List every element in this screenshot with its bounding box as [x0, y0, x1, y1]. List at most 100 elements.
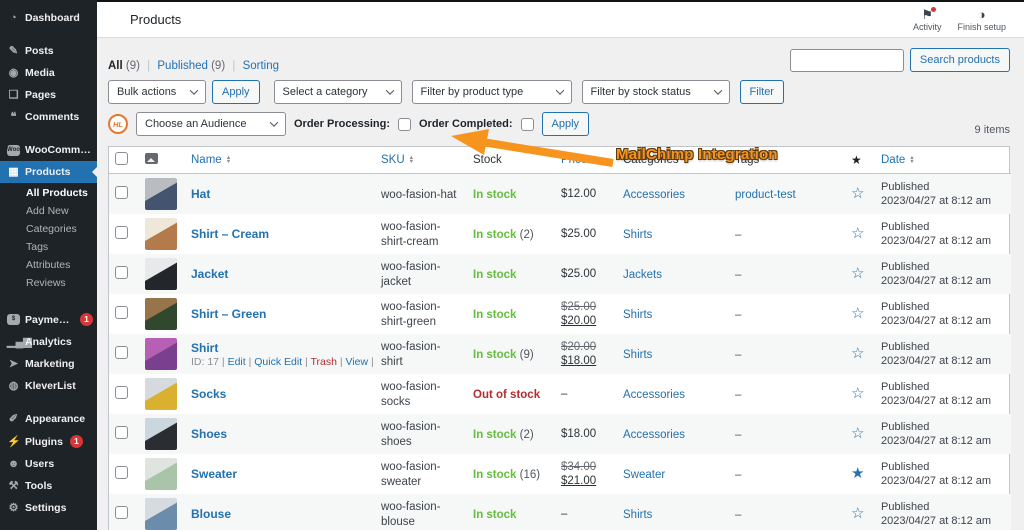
row-checkbox[interactable]: [115, 506, 128, 519]
category-link[interactable]: Shirts: [623, 509, 652, 521]
stock-status-select[interactable]: Filter by stock status: [581, 80, 730, 104]
search-input[interactable]: [789, 48, 904, 72]
sidebar-subitem-add-new[interactable]: Add New: [0, 202, 97, 220]
category-link[interactable]: Accessories: [623, 189, 685, 201]
featured-star-toggle[interactable]: ★: [851, 465, 864, 482]
row-action-view[interactable]: View: [345, 356, 368, 368]
row-checkbox[interactable]: [115, 306, 128, 319]
view-all[interactable]: All: [108, 60, 123, 72]
product-type-select[interactable]: Filter by product type: [411, 80, 572, 104]
product-thumbnail[interactable]: [145, 338, 177, 370]
category-link[interactable]: Sweater: [623, 469, 665, 481]
finish-setup-button[interactable]: ◑ Finish setup: [957, 8, 1006, 32]
row-action-quick-edit[interactable]: Quick Edit: [254, 356, 302, 368]
sidebar-item-marketing[interactable]: ➤ Marketing: [0, 353, 97, 375]
row-checkbox[interactable]: [115, 466, 128, 479]
product-name-link[interactable]: Blouse: [191, 507, 231, 521]
sidebar-item-payments[interactable]: $ Payments 1: [0, 308, 97, 331]
featured-star-toggle[interactable]: ☆: [851, 425, 864, 442]
category-link[interactable]: Shirts: [623, 309, 652, 321]
featured-star-toggle[interactable]: ☆: [851, 225, 864, 242]
product-thumbnail[interactable]: [145, 458, 177, 490]
sidebar-subitem-categories[interactable]: Categories: [0, 220, 97, 238]
name-sort-link[interactable]: Name ▲ ▼: [191, 154, 231, 166]
row-action-trash[interactable]: Trash: [310, 356, 336, 368]
row-checkbox[interactable]: [115, 226, 128, 239]
row-checkbox[interactable]: [115, 386, 128, 399]
price-sort-link[interactable]: Price ▲ ▼: [561, 154, 597, 166]
select-all-checkbox[interactable]: [115, 152, 128, 165]
row-action-edit[interactable]: Edit: [228, 356, 246, 368]
date-sort-link[interactable]: Date ▲ ▼: [881, 154, 915, 166]
sidebar-item-comments[interactable]: ❝ Comments: [0, 106, 97, 128]
category-link[interactable]: Jackets: [623, 269, 662, 281]
row-checkbox[interactable]: [115, 266, 128, 279]
product-name-link[interactable]: Shirt: [191, 341, 218, 355]
sidebar-item-products[interactable]: ▦ Products: [0, 161, 97, 183]
product-name-link[interactable]: Shirt – Green: [191, 307, 266, 321]
category-link[interactable]: Shirts: [623, 229, 652, 241]
category-link[interactable]: Accessories: [623, 389, 685, 401]
tag-link[interactable]: product-test: [735, 189, 796, 201]
product-name-link[interactable]: Hat: [191, 187, 210, 201]
view-published[interactable]: Published: [157, 60, 208, 72]
featured-star-toggle[interactable]: ☆: [851, 385, 864, 402]
product-name-link[interactable]: Sweater: [191, 467, 237, 481]
analytics-icon: ▁▄▆: [7, 336, 32, 348]
stock-status: In stock: [473, 309, 517, 321]
sidebar-item-label: KleverList: [25, 380, 76, 392]
product-name-link[interactable]: Shirt – Cream: [191, 227, 269, 241]
sidebar-subitem-all-products[interactable]: All Products: [0, 184, 97, 202]
product-name-link[interactable]: Jacket: [191, 267, 228, 281]
sidebar-item-pages[interactable]: ❏ Pages: [0, 84, 97, 106]
category-link[interactable]: Shirts: [623, 349, 652, 361]
order-processing-checkbox[interactable]: [397, 117, 411, 131]
activity-button[interactable]: ⚑ Activity: [913, 6, 941, 32]
view-sorting[interactable]: Sorting: [243, 60, 279, 72]
audience-select[interactable]: Choose an Audience: [136, 112, 286, 136]
category-link[interactable]: Accessories: [623, 429, 685, 441]
sidebar-item-tools[interactable]: ⚒ Tools: [0, 475, 97, 497]
order-completed-checkbox[interactable]: [520, 117, 534, 131]
sidebar-item-settings[interactable]: ⚙ Settings: [0, 497, 97, 519]
plugins-icon: ⚡: [7, 435, 21, 448]
sidebar-subitem-tags[interactable]: Tags: [0, 238, 97, 256]
row-checkbox[interactable]: [115, 346, 128, 359]
tags-cell: –: [729, 294, 845, 334]
sidebar-item-users[interactable]: ☻ Users: [0, 453, 97, 475]
product-thumbnail[interactable]: [145, 498, 177, 530]
product-thumbnail[interactable]: [145, 218, 177, 250]
product-thumbnail[interactable]: [145, 258, 177, 290]
sidebar-item-woocommerce[interactable]: Woo WooCommerce: [0, 139, 97, 161]
featured-star-toggle[interactable]: ☆: [851, 505, 864, 522]
featured-star-toggle[interactable]: ☆: [851, 185, 864, 202]
apply-mailchimp-button[interactable]: Apply: [541, 112, 590, 136]
row-checkbox[interactable]: [115, 426, 128, 439]
row-checkbox[interactable]: [115, 186, 128, 199]
product-name-link[interactable]: Shoes: [191, 427, 227, 441]
featured-star-toggle[interactable]: ☆: [851, 265, 864, 282]
product-name-link[interactable]: Socks: [191, 387, 226, 401]
apply-bulk-button[interactable]: Apply: [212, 80, 260, 104]
sku-sort-link[interactable]: SKU ▲ ▼: [381, 154, 414, 166]
sidebar-item-media[interactable]: ◉ Media: [0, 62, 97, 84]
sidebar-item-plugins[interactable]: ⚡ Plugins 1: [0, 430, 97, 453]
sidebar-item-dashboard[interactable]: ◔ Dashboard: [0, 7, 97, 29]
featured-star-toggle[interactable]: ☆: [851, 305, 864, 322]
sidebar-item-kleverlist[interactable]: ◍ KleverList: [0, 375, 97, 397]
featured-star-toggle[interactable]: ☆: [851, 345, 864, 362]
product-thumbnail[interactable]: [145, 378, 177, 410]
product-thumbnail[interactable]: [145, 178, 177, 210]
sidebar-item-posts[interactable]: ✎ Posts: [0, 40, 97, 62]
search-products-button[interactable]: Search products: [909, 48, 1010, 72]
category-select[interactable]: Select a category: [273, 80, 402, 104]
filter-button[interactable]: Filter: [739, 80, 784, 104]
product-thumbnail[interactable]: [145, 298, 177, 330]
sidebar-item-appearance[interactable]: ✐ Appearance: [0, 408, 97, 430]
sidebar-subitem-attributes[interactable]: Attributes: [0, 256, 97, 274]
sidebar-item-analytics[interactable]: ▁▄▆ Analytics: [0, 331, 97, 353]
bulk-actions-select[interactable]: Bulk actions: [108, 80, 206, 104]
publish-date: 2023/04/27 at 8:12 am: [881, 515, 992, 527]
product-thumbnail[interactable]: [145, 418, 177, 450]
sidebar-subitem-reviews[interactable]: Reviews: [0, 274, 97, 292]
